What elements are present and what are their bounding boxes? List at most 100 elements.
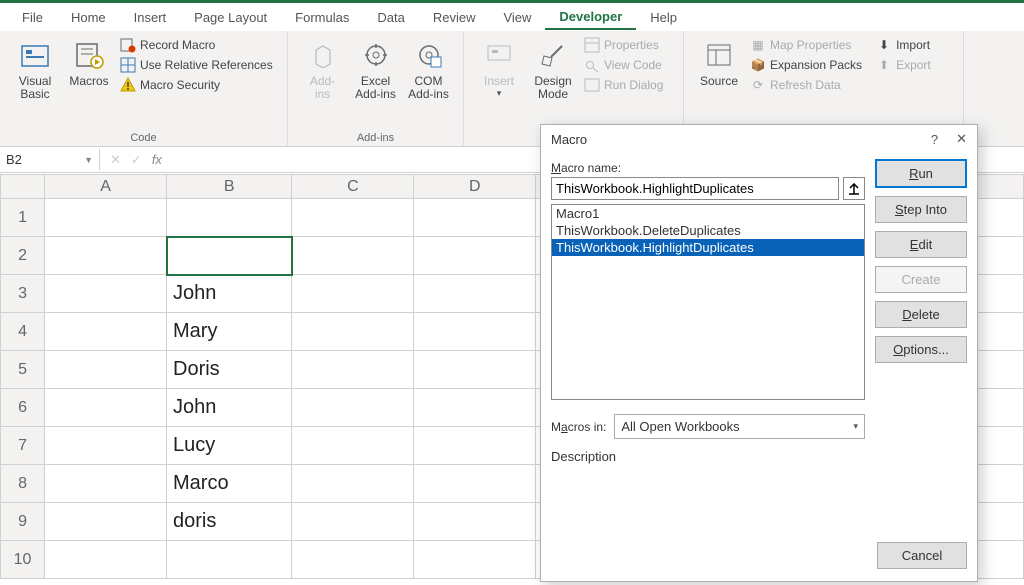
delete-button[interactable]: Delete xyxy=(875,301,967,328)
cell[interactable] xyxy=(292,351,414,389)
cell[interactable]: John xyxy=(167,389,292,427)
refresh-data-button[interactable]: ⟳ Refresh Data xyxy=(746,75,866,95)
edit-button[interactable]: Edit xyxy=(875,231,967,258)
excel-addins-button[interactable]: Excel Add-ins xyxy=(349,35,402,130)
menu-tab-page-layout[interactable]: Page Layout xyxy=(180,6,281,29)
cell[interactable] xyxy=(45,389,167,427)
visual-basic-button[interactable]: Visual Basic xyxy=(8,35,62,130)
row-header[interactable]: 9 xyxy=(1,503,45,541)
macro-list-item[interactable]: ThisWorkbook.DeleteDuplicates xyxy=(552,222,864,239)
cell[interactable] xyxy=(45,351,167,389)
menu-tab-insert[interactable]: Insert xyxy=(120,6,181,29)
row-header[interactable]: 10 xyxy=(1,541,45,579)
step-into-button[interactable]: Step Into xyxy=(875,196,967,223)
cell[interactable] xyxy=(414,541,536,579)
menu-tab-data[interactable]: Data xyxy=(363,6,418,29)
cell[interactable] xyxy=(292,199,414,237)
cell[interactable]: John xyxy=(167,275,292,313)
cell[interactable] xyxy=(414,465,536,503)
menu-tab-review[interactable]: Review xyxy=(419,6,490,29)
macro-list[interactable]: Macro1ThisWorkbook.DeleteDuplicatesThisW… xyxy=(551,204,865,400)
com-addins-button[interactable]: COM Add-ins xyxy=(402,35,455,130)
cell[interactable] xyxy=(414,503,536,541)
select-all-corner[interactable] xyxy=(1,175,45,199)
menu-tab-help[interactable]: Help xyxy=(636,6,691,29)
record-macro-button[interactable]: Record Macro xyxy=(116,35,277,55)
cell[interactable] xyxy=(45,541,167,579)
row-header[interactable]: 1 xyxy=(1,199,45,237)
cell[interactable] xyxy=(167,541,292,579)
menu-tab-formulas[interactable]: Formulas xyxy=(281,6,363,29)
row-header[interactable]: 2 xyxy=(1,237,45,275)
map-properties-button[interactable]: ▦ Map Properties xyxy=(746,35,866,55)
cell[interactable]: Doris xyxy=(167,351,292,389)
run-button[interactable]: Run xyxy=(875,159,967,188)
cell[interactable] xyxy=(292,541,414,579)
menu-tab-view[interactable]: View xyxy=(489,6,545,29)
row-header[interactable]: 5 xyxy=(1,351,45,389)
import-button[interactable]: ⬇ Import xyxy=(872,35,935,55)
name-box[interactable]: B2 ▼ xyxy=(0,149,100,170)
cell[interactable]: Lucy xyxy=(167,427,292,465)
menu-tab-home[interactable]: Home xyxy=(57,6,120,29)
cell[interactable] xyxy=(167,199,292,237)
menu-tab-file[interactable]: File xyxy=(8,6,57,29)
cell[interactable] xyxy=(292,389,414,427)
cell[interactable] xyxy=(45,313,167,351)
cell[interactable] xyxy=(45,427,167,465)
column-header[interactable]: B xyxy=(167,175,292,199)
cell[interactable] xyxy=(167,237,292,275)
cell[interactable] xyxy=(414,199,536,237)
options-button[interactable]: Options... xyxy=(875,336,967,363)
help-icon[interactable]: ? xyxy=(931,132,938,147)
expansion-packs-button[interactable]: 📦 Expansion Packs xyxy=(746,55,866,75)
row-header[interactable]: 3 xyxy=(1,275,45,313)
column-header[interactable]: D xyxy=(414,175,536,199)
cell[interactable] xyxy=(292,503,414,541)
close-icon[interactable]: ✕ xyxy=(956,131,967,147)
cell[interactable]: Marco xyxy=(167,465,292,503)
enter-formula-icon[interactable]: ✓ xyxy=(131,152,142,168)
cancel-button[interactable]: Cancel xyxy=(877,542,967,569)
use-relative-references-button[interactable]: Use Relative References xyxy=(116,55,277,75)
cell[interactable] xyxy=(292,313,414,351)
addins-button[interactable]: Add- ins xyxy=(296,35,349,130)
insert-control-button[interactable]: Insert ▾ xyxy=(472,35,526,142)
row-header[interactable]: 4 xyxy=(1,313,45,351)
fx-icon[interactable]: fx xyxy=(152,152,162,167)
cell[interactable] xyxy=(414,351,536,389)
macros-in-select[interactable]: All Open Workbooks ▾ xyxy=(614,414,865,439)
cell[interactable] xyxy=(292,237,414,275)
macro-list-item[interactable]: ThisWorkbook.HighlightDuplicates xyxy=(552,239,864,256)
cell[interactable] xyxy=(45,275,167,313)
cell[interactable] xyxy=(414,237,536,275)
cell[interactable] xyxy=(292,465,414,503)
cell[interactable] xyxy=(45,199,167,237)
view-code-button[interactable]: View Code xyxy=(580,55,667,75)
cell[interactable] xyxy=(45,465,167,503)
cell[interactable] xyxy=(414,313,536,351)
cell[interactable] xyxy=(45,237,167,275)
cell[interactable] xyxy=(414,275,536,313)
cell[interactable] xyxy=(292,427,414,465)
macro-name-input[interactable] xyxy=(551,177,839,200)
properties-button[interactable]: Properties xyxy=(580,35,667,55)
cell[interactable] xyxy=(414,427,536,465)
column-header[interactable]: A xyxy=(45,175,167,199)
cell[interactable] xyxy=(292,275,414,313)
export-button[interactable]: ⬆ Export xyxy=(872,55,935,75)
cell[interactable]: doris xyxy=(167,503,292,541)
macro-security-button[interactable]: Macro Security xyxy=(116,75,277,95)
cell[interactable] xyxy=(45,503,167,541)
cell[interactable]: Mary xyxy=(167,313,292,351)
macro-list-item[interactable]: Macro1 xyxy=(552,205,864,222)
cancel-formula-icon[interactable]: ✕ xyxy=(110,152,121,168)
macros-button[interactable]: Macros xyxy=(62,35,116,130)
macro-reference-button[interactable] xyxy=(843,177,865,200)
row-header[interactable]: 6 xyxy=(1,389,45,427)
cell[interactable] xyxy=(414,389,536,427)
row-header[interactable]: 7 xyxy=(1,427,45,465)
row-header[interactable]: 8 xyxy=(1,465,45,503)
run-dialog-button[interactable]: Run Dialog xyxy=(580,75,667,95)
menu-tab-developer[interactable]: Developer xyxy=(545,5,636,30)
